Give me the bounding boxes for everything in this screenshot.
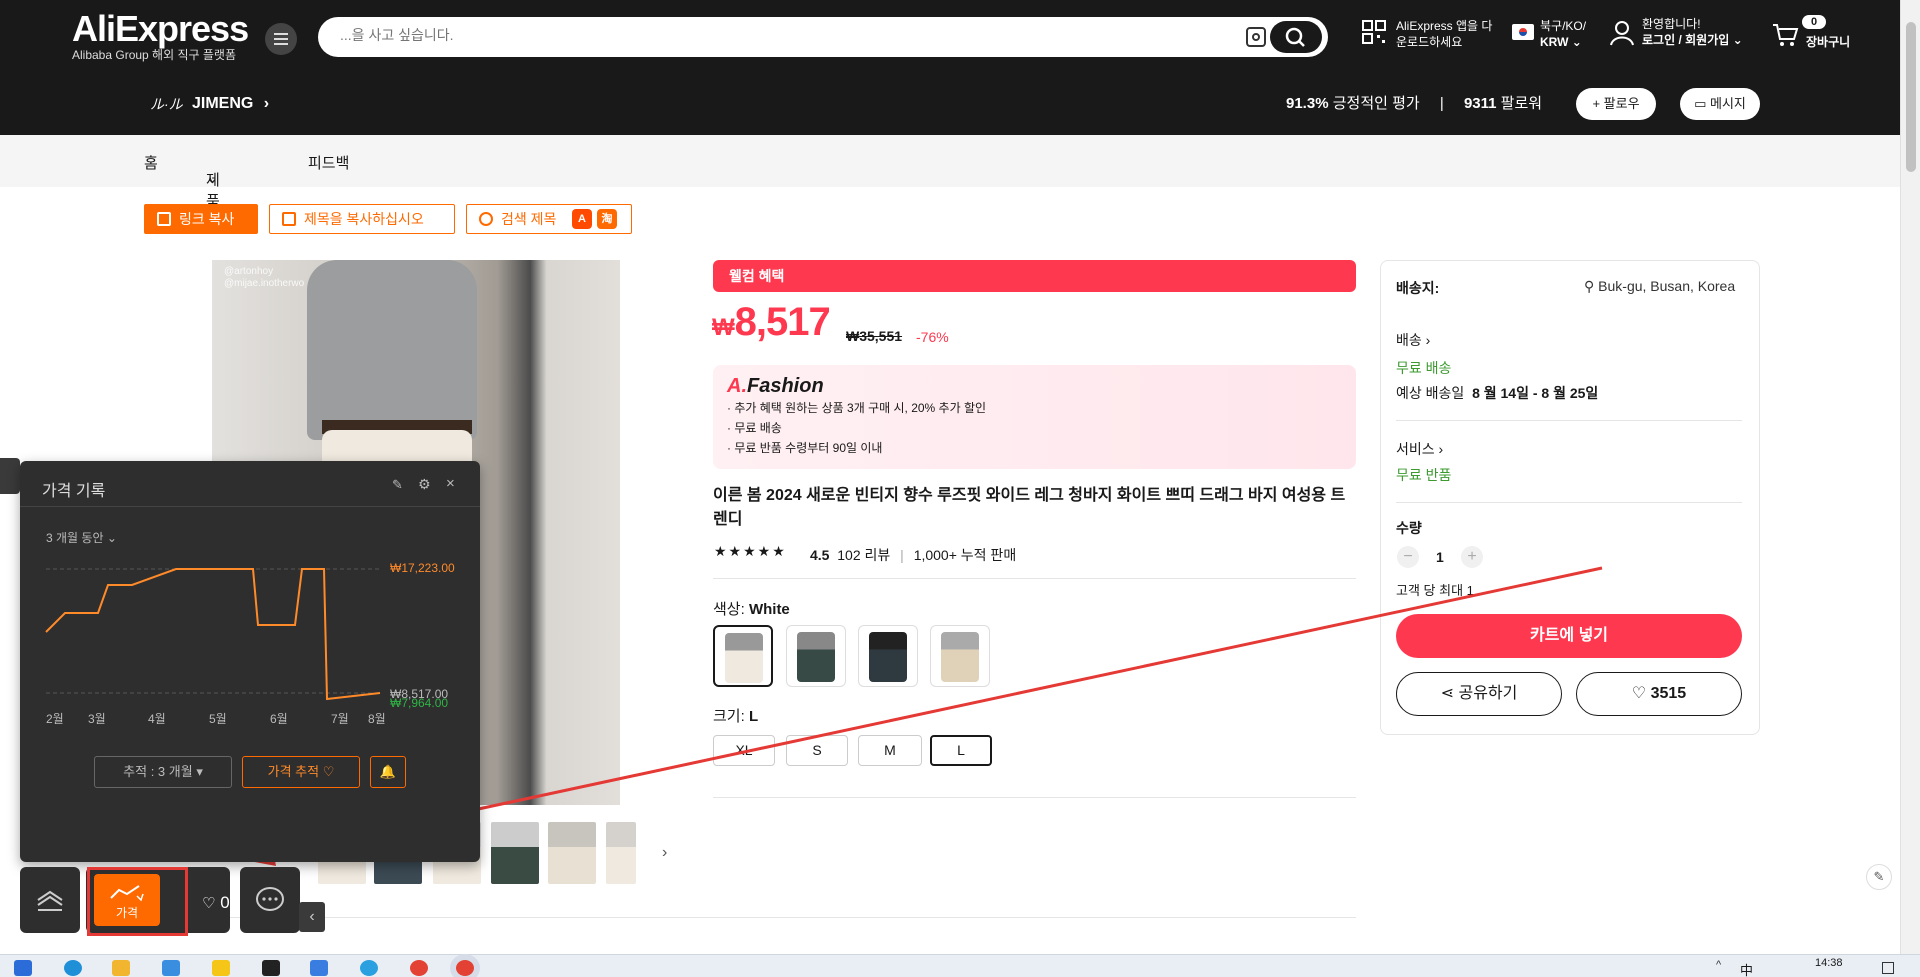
chrome-active-icon[interactable] — [456, 960, 474, 976]
month-tick: 4월 — [148, 712, 166, 726]
heart-icon: ♡ — [322, 764, 335, 779]
side-tab[interactable] — [0, 458, 20, 494]
os-taskbar: ^ 中 14:38 — [0, 954, 1920, 977]
dock-wish-count: 0 — [220, 893, 230, 912]
month-tick: 8월 — [368, 712, 386, 726]
price-low: ₩7,964.00 — [390, 696, 449, 710]
input-method[interactable]: 中 — [1740, 960, 1753, 977]
clock[interactable]: 14:38 — [1815, 957, 1843, 969]
month-tick: 6월 — [270, 712, 288, 726]
dock-menu[interactable] — [20, 867, 80, 933]
track-price-label: 가격 추적 — [267, 764, 320, 779]
bell-icon[interactable]: 🔔 — [370, 756, 406, 788]
app-icon[interactable] — [360, 960, 378, 976]
price-history-panel: 가격 기록 ✎ ⚙ × 3 개월 동안 ⌄ ₩17,223.00 ₩8,517.… — [20, 461, 480, 862]
track-period-label: 추적 : 3 개월 — [123, 764, 193, 779]
notification-icon[interactable] — [1882, 962, 1894, 974]
edge-icon[interactable] — [64, 960, 82, 976]
collapse-dock-button[interactable]: ‹ — [299, 902, 325, 932]
chat-button[interactable] — [240, 867, 300, 933]
scrollbar-thumb[interactable] — [1906, 22, 1916, 172]
app-icon[interactable] — [212, 960, 230, 976]
qq-icon[interactable] — [262, 960, 280, 976]
windows-start-icon[interactable] — [14, 960, 32, 976]
month-tick: 2월 — [46, 712, 64, 726]
layers-icon — [37, 890, 63, 911]
track-price-button[interactable]: 가격 추적 ♡ — [242, 756, 360, 788]
highlight-box — [87, 867, 188, 936]
app-icon[interactable] — [162, 960, 180, 976]
price-high: ₩17,223.00 — [390, 561, 455, 575]
chat-icon — [256, 887, 284, 911]
month-tick: 5월 — [209, 712, 227, 726]
page-scrollbar[interactable] — [1900, 0, 1920, 954]
track-period-select[interactable]: 추적 : 3 개월 ▾ — [94, 756, 232, 788]
price-line — [45, 568, 381, 701]
dock-wishlist[interactable]: ♡ 0 — [202, 893, 230, 913]
month-tick: 7월 — [331, 712, 349, 726]
folder-icon[interactable] — [112, 960, 130, 976]
month-tick: 3월 — [88, 712, 106, 726]
heart-icon: ♡ — [202, 895, 216, 912]
edit-icon[interactable]: ✎ — [1866, 864, 1892, 890]
app-icon[interactable] — [310, 960, 328, 976]
caret-down-icon: ▾ — [196, 764, 203, 779]
chrome-icon[interactable] — [410, 960, 428, 976]
chevron-up-icon[interactable]: ^ — [1716, 959, 1721, 971]
